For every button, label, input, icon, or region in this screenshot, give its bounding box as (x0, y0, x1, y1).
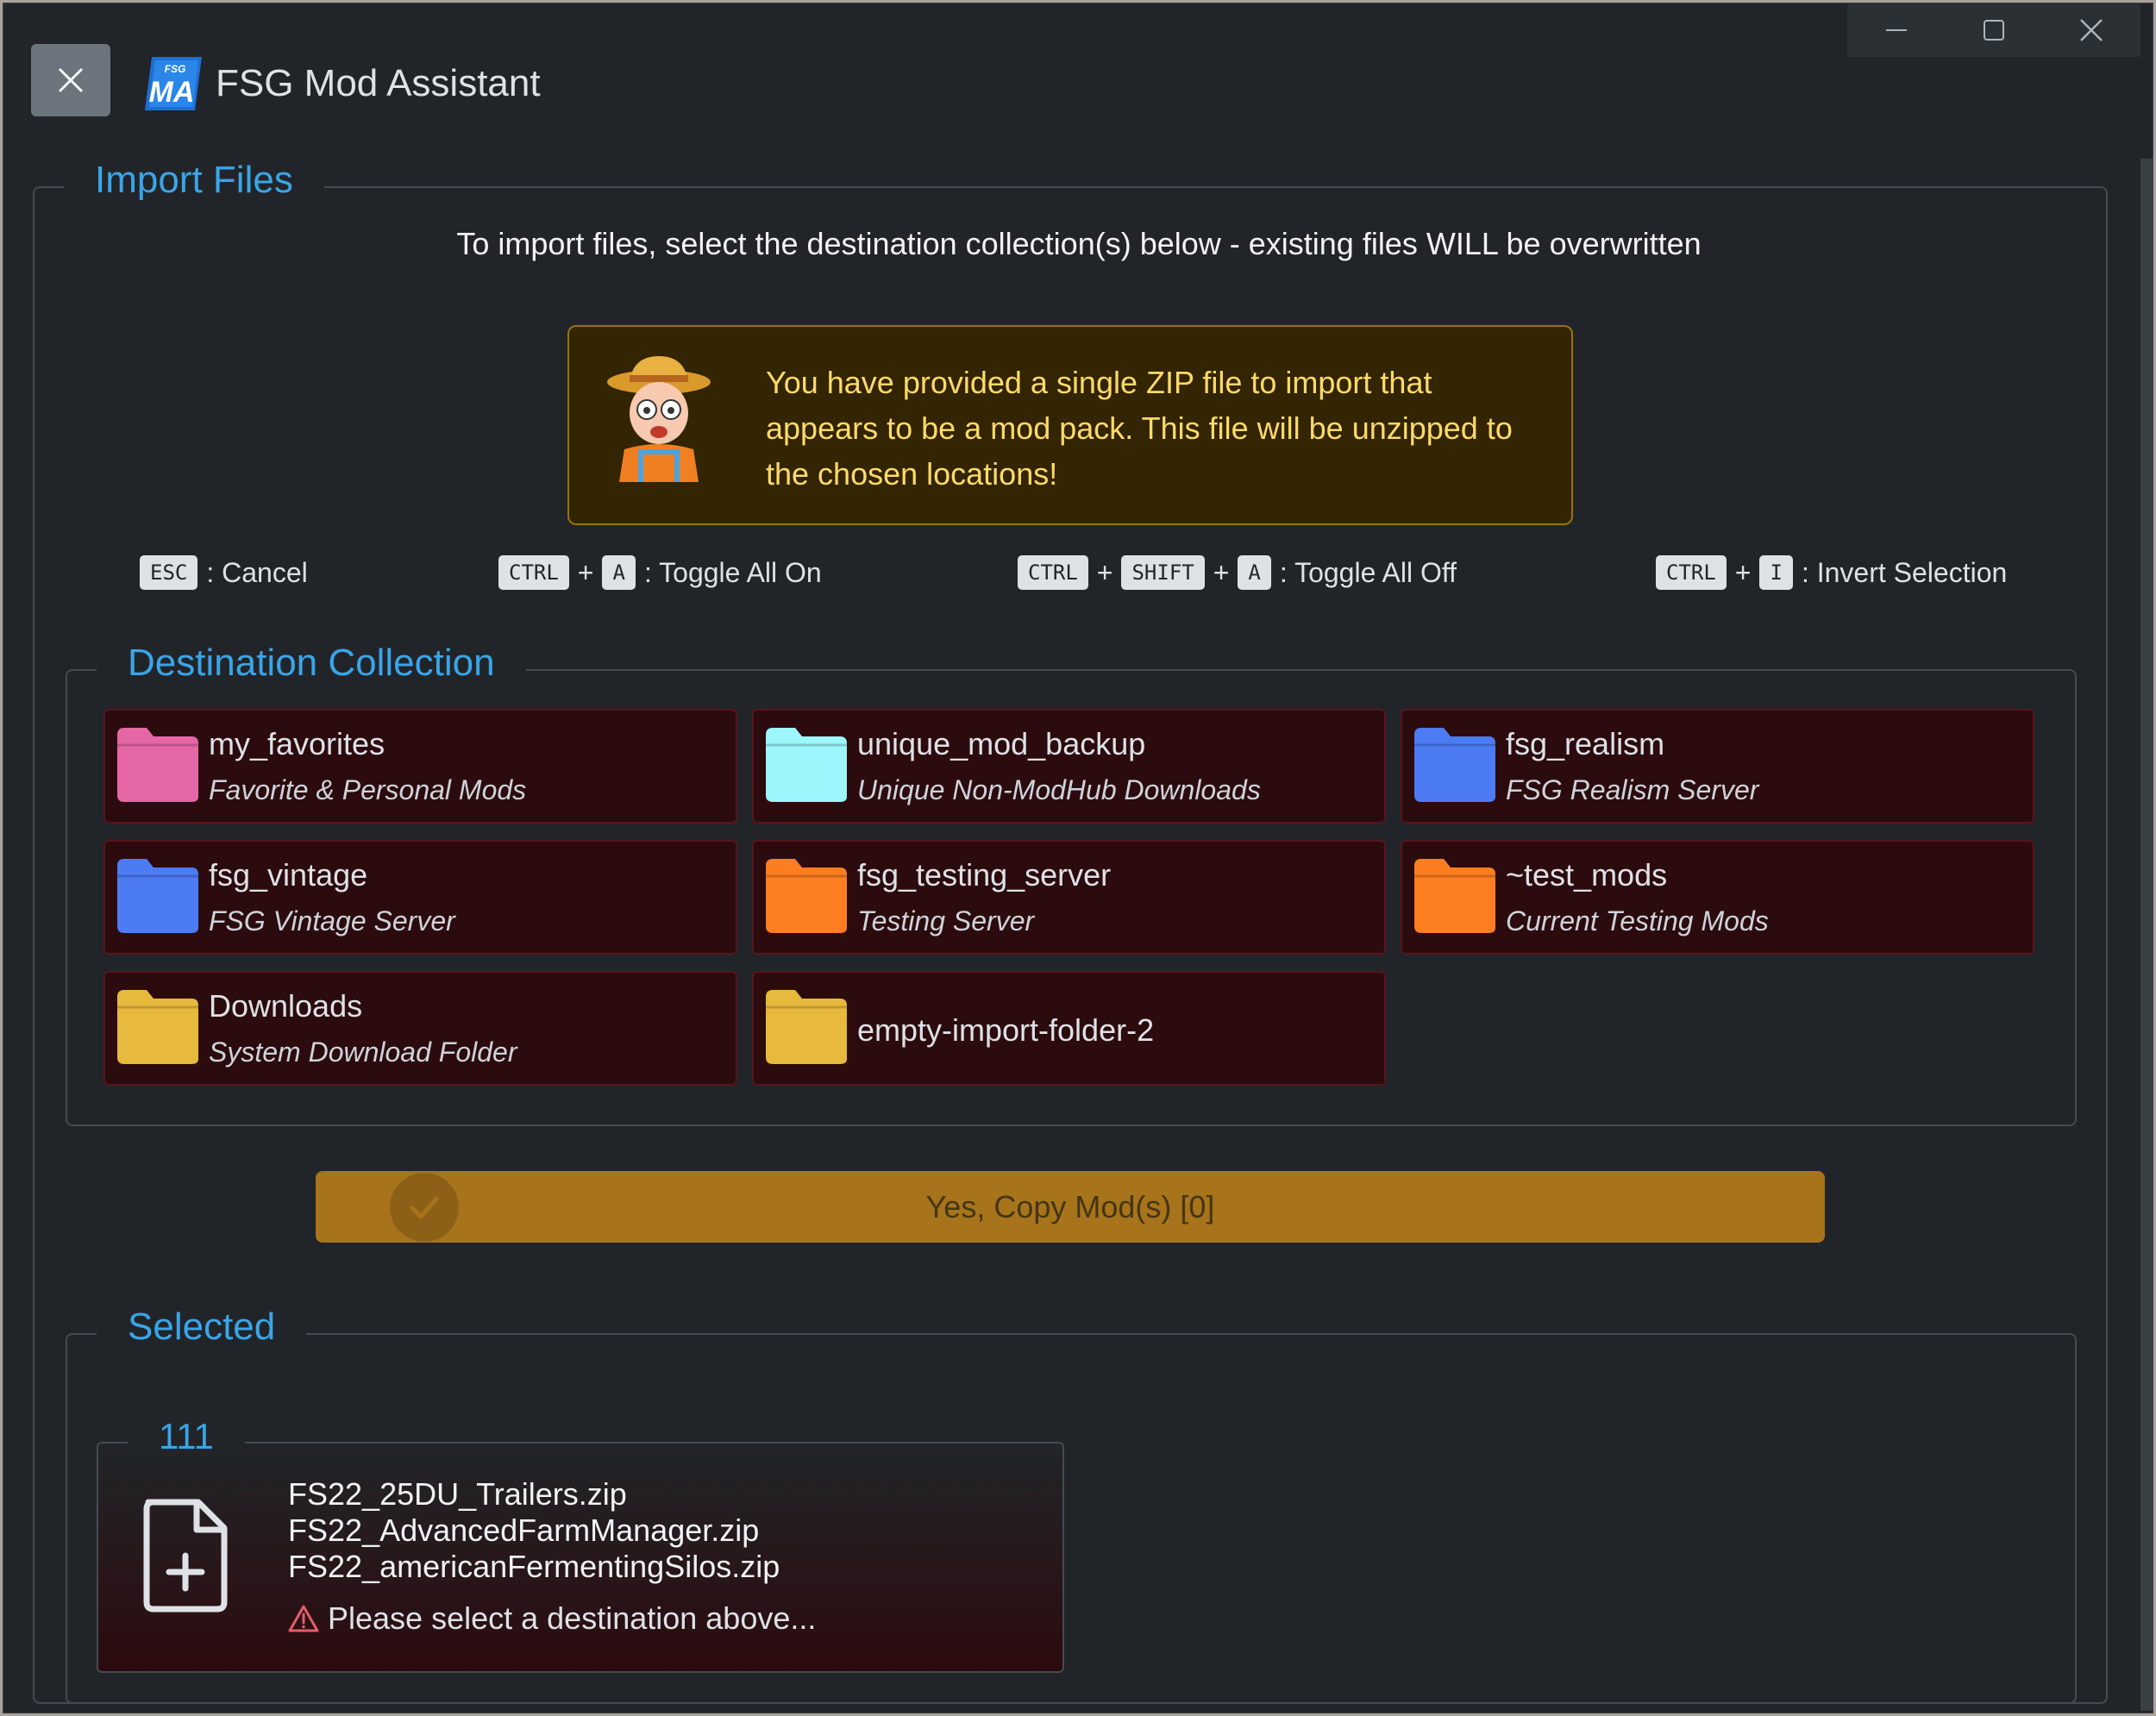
collection-card-fsg-realism[interactable]: fsg_realism FSG Realism Server (1401, 709, 2034, 824)
collection-name: fsg_vintage (209, 857, 368, 892)
collection-description: Current Testing Mods (1506, 905, 1769, 936)
key-a: A (1238, 555, 1271, 590)
warning-triangle-icon (288, 1605, 319, 1632)
file-name: FS22_AdvancedFarmManager.zip (288, 1512, 760, 1548)
warning-text: Please select a destination above... (328, 1600, 817, 1636)
collection-description: System Download Folder (209, 1036, 517, 1068)
collection-card-my-favorites[interactable]: my_favorites Favorite & Personal Mods (103, 709, 737, 824)
file-add-icon (143, 1499, 228, 1613)
dialog-close-button[interactable] (31, 44, 110, 116)
collection-description: FSG Vintage Server (209, 905, 455, 936)
collection-name: my_favorites (209, 726, 385, 761)
import-instructions: To import files, select the destination … (456, 226, 1702, 261)
close-icon (2080, 19, 2103, 41)
shortcut-label: : Toggle All Off (1279, 556, 1457, 588)
folder-icon (766, 990, 847, 1064)
app-window: FSG MA FSG Mod Assistant Import Files To… (3, 3, 2153, 1713)
shortcut-invert-selection: CTRL + I : Invert Selection (1656, 555, 2007, 590)
selected-file-list: FS22_25DU_Trailers.zip FS22_AdvancedFarm… (288, 1476, 780, 1585)
destination-required-warning: Please select a destination above... (288, 1600, 816, 1637)
copy-mods-label: Yes, Copy Mod(s) [0] (925, 1188, 1215, 1224)
maximize-button[interactable] (1945, 3, 2042, 57)
collection-card-fsg-vintage[interactable]: fsg_vintage FSG Vintage Server (103, 840, 737, 955)
file-name: FS22_americanFermentingSilos.zip (288, 1549, 780, 1584)
collection-card-downloads[interactable]: Downloads System Download Folder (103, 971, 737, 1086)
maximize-icon (1983, 20, 2004, 41)
file-name: FS22_25DU_Trailers.zip (288, 1476, 627, 1512)
collection-card-fsg-testing-server[interactable]: fsg_testing_server Testing Server (752, 840, 1386, 955)
window-controls (1847, 3, 2140, 57)
collection-card-empty-import-folder-2[interactable]: empty-import-folder-2 (752, 971, 1386, 1086)
import-files-legend: Import Files (64, 159, 324, 202)
collection-name: fsg_testing_server (857, 857, 1112, 892)
collection-card-test-mods[interactable]: ~test_mods Current Testing Mods (1401, 840, 2034, 955)
collection-name: fsg_realism (1506, 726, 1665, 761)
key-plus: + (577, 556, 594, 588)
collection-description: FSG Realism Server (1506, 774, 1759, 805)
collection-name: Downloads (209, 988, 363, 1024)
shortcut-label: : Invert Selection (1801, 556, 2008, 588)
minimize-button[interactable] (1847, 3, 1945, 57)
collection-name: unique_mod_backup (857, 726, 1146, 761)
key-a: A (602, 555, 636, 590)
collection-card-unique-mod-backup[interactable]: unique_mod_backup Unique Non-ModHub Down… (752, 709, 1386, 824)
key-plus: + (1734, 556, 1752, 588)
shortcut-toggle-all-on: CTRL + A : Toggle All On (498, 555, 822, 590)
svg-text:FSG: FSG (165, 63, 186, 75)
mod-pack-warning-text: You have provided a single ZIP file to i… (766, 365, 1513, 492)
window-close-button[interactable] (2043, 3, 2140, 57)
shortcut-label: : Toggle All On (643, 556, 822, 588)
folder-icon (117, 728, 198, 802)
key-ctrl: CTRL (1656, 555, 1727, 590)
key-plus: + (1096, 556, 1113, 588)
key-plus: + (1213, 556, 1230, 588)
check-circle-icon (390, 1173, 459, 1242)
folder-icon (1414, 728, 1495, 802)
close-icon (58, 67, 84, 93)
scrollbar[interactable] (2140, 159, 2153, 1711)
shortcut-toggle-all-off: CTRL + SHIFT + A : Toggle All Off (1018, 555, 1457, 590)
svg-text:MA: MA (149, 76, 195, 109)
key-ctrl: CTRL (498, 555, 569, 590)
key-shift: SHIFT (1121, 555, 1205, 590)
key-esc: ESC (140, 555, 198, 590)
folder-icon (117, 990, 198, 1064)
collection-description: Unique Non-ModHub Downloads (857, 774, 1261, 805)
collection-name: empty-import-folder-2 (857, 1012, 1155, 1048)
folder-icon (117, 859, 198, 933)
folder-icon (766, 728, 847, 802)
selected-group-label: 111 (128, 1416, 245, 1457)
selected-legend: Selected (97, 1306, 307, 1349)
app-logo: FSG MA (145, 57, 202, 110)
key-i: I (1759, 555, 1793, 590)
copy-mods-button[interactable]: Yes, Copy Mod(s) [0] (316, 1171, 1825, 1243)
folder-icon (1414, 859, 1495, 933)
minimize-icon (1885, 29, 1907, 31)
collection-description: Testing Server (857, 905, 1035, 936)
selected-file-group: FS22_25DU_Trailers.zip FS22_AdvancedFarm… (97, 1442, 1064, 1673)
shortcut-label: : Cancel (206, 556, 308, 588)
mod-pack-warning: You have provided a single ZIP file to i… (567, 325, 1573, 525)
app-title: FSG Mod Assistant (216, 62, 541, 104)
shortcut-cancel: ESC : Cancel (140, 555, 308, 590)
farmer-mascot-icon (607, 356, 711, 482)
destination-legend: Destination Collection (97, 642, 526, 685)
collection-description: Favorite & Personal Mods (209, 774, 527, 805)
collection-name: ~test_mods (1506, 857, 1668, 892)
key-ctrl: CTRL (1018, 555, 1088, 590)
folder-icon (766, 859, 847, 933)
